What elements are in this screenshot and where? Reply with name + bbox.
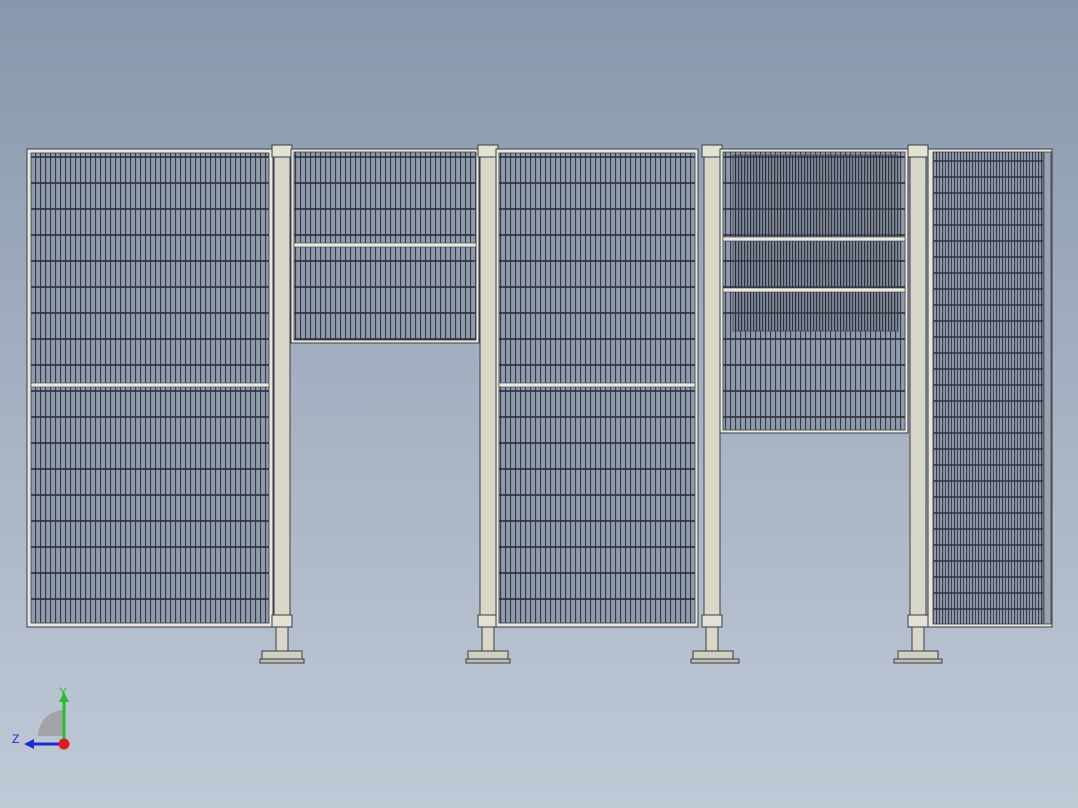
y-axis-label: Y (59, 685, 67, 699)
fence-model[interactable] (0, 0, 1078, 808)
fence-panel-3[interactable] (495, 148, 699, 628)
z-axis-arrow (24, 739, 34, 749)
triad-arc (38, 710, 64, 736)
x-axis-dot (58, 738, 70, 750)
fence-panel-1[interactable] (26, 148, 274, 628)
fence-panel-5[interactable] (927, 148, 1053, 628)
z-axis-label: Z (12, 732, 19, 746)
view-orientation-triad: Y Z (12, 685, 70, 750)
cad-viewport[interactable]: Y Z (0, 0, 1078, 808)
fence-panel-4[interactable] (719, 148, 909, 434)
fence-panel-2[interactable] (290, 148, 480, 344)
